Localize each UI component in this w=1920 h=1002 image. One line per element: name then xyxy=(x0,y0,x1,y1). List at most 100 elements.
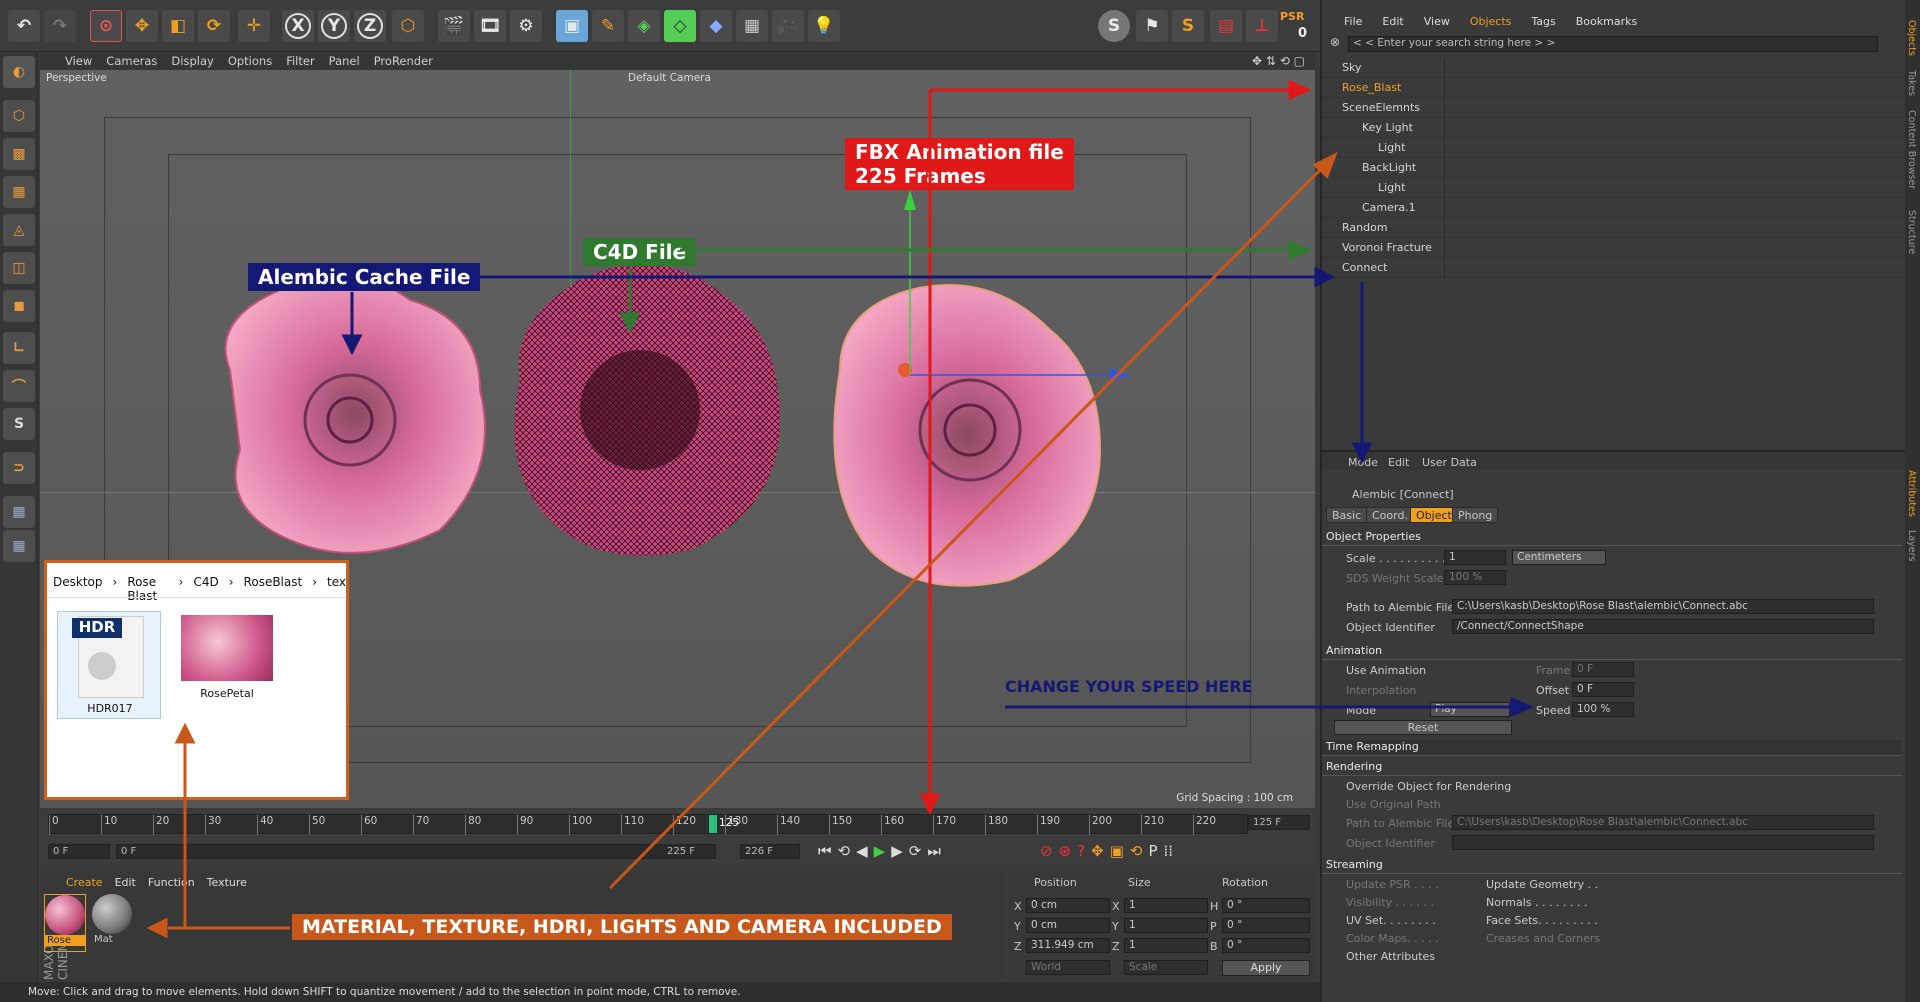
material-mat[interactable]: Mat xyxy=(92,894,134,952)
scale-icon[interactable]: ◧ xyxy=(162,10,194,42)
tweak-mode-icon[interactable]: ⌒ xyxy=(3,370,35,402)
object-row[interactable]: SceneElemnts xyxy=(1322,98,1907,118)
camera-icon[interactable]: 🎥 xyxy=(772,10,804,42)
menu-cameras[interactable]: Cameras xyxy=(106,54,157,68)
menu-texture[interactable]: Texture xyxy=(207,876,247,889)
render-picture-icon[interactable]: 🎞 xyxy=(474,10,506,42)
side-tab[interactable]: Objects xyxy=(1906,20,1917,56)
identifier-field[interactable]: /Connect/ConnectShape xyxy=(1452,619,1874,634)
search-input[interactable]: < < Enter your search string here > > xyxy=(1348,36,1878,52)
close-icon[interactable]: ⊗ xyxy=(1330,35,1340,49)
select-icon[interactable]: ⊙ xyxy=(90,10,122,42)
autokey-icon[interactable]: ⊛ xyxy=(1059,842,1072,860)
object-row[interactable]: BackLight xyxy=(1322,158,1907,178)
pos-y-field[interactable]: 0 cm xyxy=(1026,918,1110,933)
object-row[interactable]: Light xyxy=(1322,138,1907,158)
size-x-field[interactable]: 1 xyxy=(1124,898,1208,913)
menu-edit[interactable]: Edit xyxy=(1388,456,1409,469)
file-rosepetal[interactable]: RosePetal xyxy=(175,611,279,719)
rot-b-field[interactable]: 0 ° xyxy=(1222,938,1310,953)
menu-mode[interactable]: Mode xyxy=(1348,456,1378,469)
keyframe-help-icon[interactable]: ? xyxy=(1077,842,1085,860)
frame-field[interactable]: 0 F xyxy=(1572,662,1634,677)
menu-function[interactable]: Function xyxy=(148,876,195,889)
breadcrumb-item[interactable]: Rose Blast xyxy=(127,575,168,603)
add-icon[interactable]: ✛ xyxy=(238,10,270,42)
timeline-ruler[interactable]: 0 10 20 30 40 50 60 70 80 90 100 110 120… xyxy=(48,814,1248,835)
tab-basic[interactable]: Basic xyxy=(1326,507,1368,523)
polygons-mode-icon[interactable]: ◼ xyxy=(3,290,35,322)
axis-mode-icon[interactable]: ∟ xyxy=(3,332,35,364)
breadcrumb-item[interactable]: C4D xyxy=(193,575,218,603)
render-identifier-field[interactable] xyxy=(1452,835,1874,850)
coordinate-system-icon[interactable]: ⬡ xyxy=(392,10,424,42)
snap-enable-icon[interactable]: S xyxy=(1172,10,1204,42)
menu-tags[interactable]: Tags xyxy=(1531,15,1555,28)
menu-bookmarks[interactable]: Bookmarks xyxy=(1576,15,1637,28)
tab-object[interactable]: Object xyxy=(1410,507,1458,523)
menu-view[interactable]: View xyxy=(65,54,92,68)
sds-field[interactable]: 100 % xyxy=(1444,570,1506,585)
fbx-rose[interactable] xyxy=(833,284,1102,587)
tab-phong[interactable]: Phong xyxy=(1452,507,1499,523)
side-tab[interactable]: Takes xyxy=(1906,70,1917,96)
key-pla-icon[interactable]: ⁞⁞ xyxy=(1164,842,1174,860)
object-row[interactable]: Connect xyxy=(1322,258,1907,278)
menu-display[interactable]: Display xyxy=(171,54,213,68)
record-icon[interactable]: ⊘ xyxy=(1040,842,1053,860)
end-frame-field[interactable]: 125 F xyxy=(1248,815,1310,830)
move-icon[interactable]: ✥ xyxy=(126,10,158,42)
prev-frame-icon[interactable]: ◀ xyxy=(856,842,868,860)
c4d-rose[interactable] xyxy=(514,264,780,556)
start-frame-field[interactable]: 0 F xyxy=(48,844,110,859)
pos-x-field[interactable]: 0 cm xyxy=(1026,898,1110,913)
side-tab[interactable]: Content Browser xyxy=(1906,110,1917,189)
key-param-icon[interactable]: P xyxy=(1148,842,1157,860)
menu-edit[interactable]: Edit xyxy=(1382,15,1403,28)
menu-edit[interactable]: Edit xyxy=(115,876,136,889)
size-y-field[interactable]: 1 xyxy=(1124,918,1208,933)
object-row[interactable]: Key Light xyxy=(1322,118,1907,138)
menu-filter[interactable]: Filter xyxy=(286,54,314,68)
workplane-icon[interactable]: ▤ xyxy=(1210,10,1242,42)
light-icon[interactable]: 💡 xyxy=(808,10,840,42)
sculpt-icon[interactable]: ✎ xyxy=(592,10,624,42)
points-mode-icon[interactable]: ◬ xyxy=(3,214,35,246)
scale-field[interactable]: 1 xyxy=(1444,550,1506,565)
tool-icon[interactable]: ◐ xyxy=(3,56,35,88)
menu-user-data[interactable]: User Data xyxy=(1422,456,1477,469)
menu-objects[interactable]: Objects xyxy=(1470,15,1512,28)
unit-dropdown[interactable]: Centimeters xyxy=(1512,550,1606,565)
speed-field[interactable]: 100 % xyxy=(1572,702,1634,717)
max-frame-field[interactable]: 226 F xyxy=(740,844,800,859)
goto-end-icon[interactable]: ⏭ xyxy=(927,842,941,860)
tab-coord[interactable]: Coord. xyxy=(1366,507,1414,523)
next-frame-icon[interactable]: ▶ xyxy=(891,842,903,860)
breadcrumb-item[interactable]: Desktop xyxy=(53,575,103,603)
world-dropdown[interactable]: World xyxy=(1026,960,1110,975)
texture-mode-icon[interactable]: ▩ xyxy=(3,138,35,170)
x-axis-icon[interactable]: X xyxy=(282,10,314,42)
z-axis-icon[interactable]: Z xyxy=(354,10,386,42)
y-axis-icon[interactable]: Y xyxy=(318,10,350,42)
menu-panel[interactable]: Panel xyxy=(329,54,360,68)
rot-p-field[interactable]: 0 ° xyxy=(1222,918,1310,933)
edges-mode-icon[interactable]: ◫ xyxy=(3,252,35,284)
object-row[interactable]: Camera.1 xyxy=(1322,198,1907,218)
reset-button[interactable]: Reset xyxy=(1334,720,1512,735)
size-z-field[interactable]: 1 xyxy=(1124,938,1208,953)
menu-file[interactable]: File xyxy=(1344,15,1362,28)
viewport-nav-icon[interactable]: ✥ ⇅ ⟲ ▢ xyxy=(1252,54,1305,68)
side-tab[interactable]: Layers xyxy=(1906,530,1917,561)
redo-icon[interactable]: ↷ xyxy=(44,10,76,42)
rotate-icon[interactable]: ⟳ xyxy=(198,10,230,42)
deformer-icon[interactable]: ◇ xyxy=(664,10,696,42)
material-rose[interactable]: Rose xyxy=(44,894,86,952)
render-settings-icon[interactable]: ⚙ xyxy=(510,10,542,42)
solo-icon[interactable]: S xyxy=(3,408,35,440)
render-view-icon[interactable]: 🎬 xyxy=(438,10,470,42)
menu-options[interactable]: Options xyxy=(228,54,272,68)
floor-icon[interactable]: ▦ xyxy=(736,10,768,42)
key-rotate-icon[interactable]: ⟲ xyxy=(1130,842,1143,860)
alembic-rose[interactable] xyxy=(224,271,486,554)
